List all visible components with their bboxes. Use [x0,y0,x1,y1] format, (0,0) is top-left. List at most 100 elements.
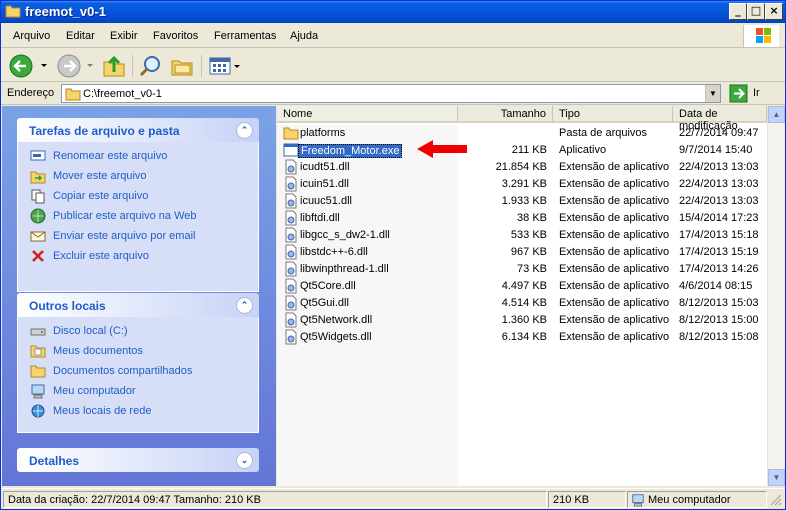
column-label: Tamanho [500,108,546,120]
go-button[interactable]: Ir [729,84,781,103]
task-label: Publicar este arquivo na Web [53,210,197,222]
details-panel: Detalhes ⌄ [17,448,259,472]
menu-tools[interactable]: Ferramentas [214,30,276,42]
places-panel-header[interactable]: Outros locais ⌃ [17,293,259,317]
close-button[interactable]: × [765,3,783,20]
table-row[interactable]: Freedom_Motor.exe 211 KB Aplicativo 9/7/201… [277,142,767,159]
file-modified: 17/4/2013 15:19 [679,246,759,258]
places-panel: Outros locais ⌃ Disco local (C:) Meus do… [17,293,259,433]
task-rename[interactable]: Renomear este arquivo [18,146,258,166]
status-location: Meu computador [627,491,767,508]
file-type: Aplicativo [559,144,607,156]
task-label: Copiar este arquivo [53,190,149,202]
address-input[interactable]: C:\freemot_v0-1 ▼ [61,84,721,103]
menu-file[interactable]: Arquivo [13,30,50,42]
task-delete[interactable]: Excluir este arquivo [18,246,258,266]
rename-icon [30,150,46,161]
file-name[interactable]: Qt5Widgets.dll [300,331,372,343]
table-row[interactable]: Qt5Network.dll 1.360 KB Extensão de aplica… [277,312,767,329]
file-name[interactable]: platforms [300,127,345,139]
status-bar: Data da criação: 22/7/2014 09:47 Tamanho… [1,488,785,509]
column-name[interactable]: Nome [277,106,458,123]
tasks-panel-header[interactable]: Tarefas de arquivo e pasta ⌃ [17,118,259,142]
search-button[interactable] [138,53,164,79]
file-modified: 4/6/2014 08:15 [679,280,753,292]
file-name[interactable]: icudt51.dll [300,161,350,173]
task-label: Renomear este arquivo [53,150,168,162]
menu-favorites[interactable]: Favoritos [153,30,198,42]
views-button[interactable] [207,53,243,79]
forward-button[interactable] [55,53,99,79]
table-row[interactable]: Qt5Gui.dll 4.514 KB Extensão de aplicativo… [277,295,767,312]
place-local-disk[interactable]: Disco local (C:) [18,321,258,341]
go-arrow-icon [729,84,748,103]
file-size: 3.291 KB [501,178,547,190]
back-button[interactable] [7,53,51,79]
file-modified: 17/4/2013 15:18 [679,229,759,241]
file-name[interactable]: Qt5Core.dll [300,280,356,292]
table-row[interactable]: libgcc_s_dw2-1.dll 533 KB Extensão de apli… [277,227,767,244]
maximize-button[interactable]: □ [747,3,765,20]
file-type: Extensão de aplicativo [559,246,670,258]
task-label: Excluir este arquivo [53,250,149,262]
table-row[interactable]: libstdc++-6.dll 967 KB Extensão de aplicat… [277,244,767,261]
vertical-scrollbar[interactable]: ▲ ▼ [767,106,785,486]
task-publish-web[interactable]: Publicar este arquivo na Web [18,206,258,226]
task-move[interactable]: Mover este arquivo [18,166,258,186]
file-name[interactable]: Qt5Network.dll [300,314,372,326]
expand-chevron-icon[interactable]: ⌄ [236,452,253,469]
menu-edit[interactable]: Editar [66,30,95,42]
column-label: Nome [283,108,313,120]
table-row[interactable]: Qt5Core.dll 4.497 KB Extensão de aplicativ… [277,278,767,295]
file-name[interactable]: Qt5Gui.dll [300,297,349,309]
place-shared-documents[interactable]: Documentos compartilhados [18,361,258,381]
scroll-down-button[interactable]: ▼ [768,469,785,486]
column-size[interactable]: Tamanho [458,106,553,123]
places-panel-title: Outros locais [29,299,106,313]
title-bar[interactable]: freemot_v0-1 _ □ × [1,1,785,23]
place-network[interactable]: Meus locais de rede [18,401,258,421]
column-modified[interactable]: Data de modificação [673,106,767,132]
column-type[interactable]: Tipo [553,106,673,123]
place-my-documents[interactable]: Meus documentos [18,341,258,361]
menu-help[interactable]: Ajuda [290,30,318,42]
scroll-up-button[interactable]: ▲ [768,106,785,123]
task-label: Enviar este arquivo por email [53,230,196,242]
table-row[interactable]: icuin51.dll 3.291 KB Extensão de aplicativ… [277,176,767,193]
up-folder-button[interactable] [101,53,127,79]
file-name[interactable]: libgcc_s_dw2-1.dll [300,229,390,241]
task-email[interactable]: Enviar este arquivo por email [18,226,258,246]
file-name[interactable]: libstdc++-6.dll [300,246,368,258]
file-name[interactable]: icuuc51.dll [300,195,352,207]
file-name[interactable]: libftdi.dll [300,212,340,224]
table-row[interactable]: Qt5Widgets.dll 6.134 KB Extensão de aplica… [277,329,767,346]
table-row[interactable]: libwinpthread-1.dll 73 KB Extensão de apli… [277,261,767,278]
collapse-chevron-icon[interactable]: ⌃ [236,122,253,139]
table-row[interactable]: icudt51.dll 21.854 KB Extensão de aplicati… [277,159,767,176]
file-size: 4.497 KB [501,280,547,292]
collapse-chevron-icon[interactable]: ⌃ [236,297,253,314]
resize-grip-icon[interactable] [769,493,783,507]
toolbar-separator [132,55,133,77]
address-dropdown-button[interactable]: ▼ [705,85,720,102]
details-panel-header[interactable]: Detalhes ⌄ [17,448,259,472]
place-my-computer[interactable]: Meu computador [18,381,258,401]
file-name[interactable]: libwinpthread-1.dll [300,263,389,275]
minimize-button[interactable]: _ [729,3,747,20]
menu-view[interactable]: Exibir [110,30,138,42]
file-name[interactable]: icuin51.dll [300,178,349,190]
file-size: 533 KB [510,229,547,241]
dll-file-icon [285,159,297,175]
task-copy[interactable]: Copiar este arquivo [18,186,258,206]
file-modified: 22/4/2013 13:03 [679,161,759,173]
file-modified: 15/4/2014 17:23 [679,212,759,224]
table-row[interactable]: libftdi.dll 38 KB Extensão de aplicativo 15… [277,210,767,227]
search-icon [139,56,160,77]
status-info: Data da criação: 22/7/2014 09:47 Tamanho… [3,491,547,508]
place-label: Meus documentos [53,345,143,357]
file-name[interactable]: Freedom_Motor.exe [298,144,403,158]
file-modified: 9/7/2014 15:40 [679,144,753,156]
table-row[interactable]: platforms Pasta de arquivos 22/7/2014 09:4… [277,125,767,142]
table-row[interactable]: icuuc51.dll 1.933 KB Extensão de aplicativ… [277,193,767,210]
folders-button[interactable] [169,53,195,79]
